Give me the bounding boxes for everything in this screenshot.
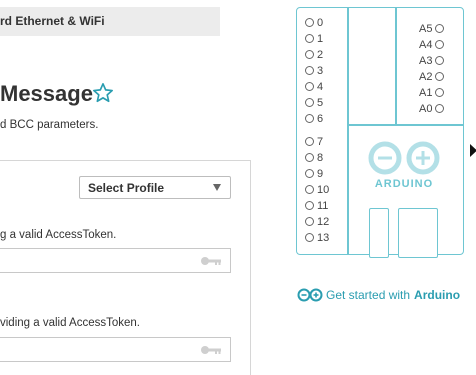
pin-label: 13 <box>305 232 329 244</box>
pin-circle-icon <box>305 18 314 27</box>
board-divider <box>395 7 397 125</box>
pin-name: 8 <box>317 152 324 164</box>
pin-name: 5 <box>317 97 324 109</box>
arduino-infinity-icon <box>368 141 440 175</box>
pin-name: 13 <box>317 232 330 244</box>
pin-label: A5 <box>419 23 445 35</box>
board-divider <box>347 7 349 255</box>
pin-circle-icon <box>305 201 314 210</box>
pin-label: 9 <box>305 168 323 180</box>
arduino-logo-text: ARDUINO <box>374 178 434 190</box>
get-started-brand: Arduino <box>414 288 461 302</box>
pin-circle-icon <box>305 98 314 107</box>
profile-select-label: Select Profile <box>88 181 165 195</box>
chevron-down-icon <box>213 184 221 191</box>
pin-name: 10 <box>317 184 330 196</box>
arduino-infinity-icon <box>297 288 323 302</box>
key-icon <box>201 346 221 354</box>
pin-label: 4 <box>305 81 323 93</box>
pin-circle-icon <box>305 114 314 123</box>
pin-label: 5 <box>305 97 323 109</box>
pin-label: A4 <box>419 39 445 51</box>
pin-name: 0 <box>317 17 324 29</box>
pin-circle-icon <box>435 72 445 81</box>
pin-name: A0 <box>419 103 433 115</box>
get-started-link[interactable]: Get started with Arduino <box>297 288 460 302</box>
pin-circle-icon <box>305 50 314 59</box>
get-started-label: Get started with <box>326 288 411 302</box>
pin-name: A2 <box>419 71 433 83</box>
access-token-field-2[interactable] <box>0 337 231 362</box>
page-title: Message <box>0 81 93 106</box>
pin-circle-icon <box>435 104 445 113</box>
pin-name: 4 <box>317 81 324 93</box>
pin-label: 3 <box>305 65 323 77</box>
pin-circle-icon <box>435 56 445 65</box>
star-icon[interactable] <box>92 82 114 104</box>
profile-select[interactable]: Select Profile <box>79 176 231 199</box>
pin-name: 11 <box>317 200 329 212</box>
pin-label: 6 <box>305 113 323 125</box>
pin-name: 12 <box>317 216 330 228</box>
pin-label: 1 <box>305 33 323 45</box>
pin-circle-icon <box>435 88 445 97</box>
board-component <box>369 208 389 258</box>
pin-circle-icon <box>305 169 314 178</box>
pin-circle-icon <box>305 34 314 43</box>
pin-name: A5 <box>419 23 433 35</box>
access-token-field-1[interactable] <box>0 248 231 273</box>
pin-name: 1 <box>317 33 324 45</box>
pin-circle-icon <box>435 40 445 49</box>
pin-name: 9 <box>317 168 324 180</box>
page-subtitle: d BCC parameters. <box>0 119 99 131</box>
pin-label: 10 <box>305 184 329 196</box>
access-token-help-2: viding a valid AccessToken. <box>0 317 140 329</box>
pin-name: 2 <box>317 49 324 61</box>
pin-name: A4 <box>419 39 433 51</box>
pin-circle-icon <box>305 82 314 91</box>
pin-name: 6 <box>317 113 324 125</box>
pin-label: 12 <box>305 216 329 228</box>
pin-circle-icon <box>305 217 314 226</box>
mouse-cursor-icon <box>470 144 476 157</box>
pin-label: 0 <box>305 17 323 29</box>
pin-circle-icon <box>305 153 314 162</box>
pin-label: A2 <box>419 71 445 83</box>
pin-label: 8 <box>305 152 323 164</box>
pin-circle-icon <box>305 66 314 75</box>
pin-label: 7 <box>305 136 323 148</box>
key-icon <box>201 257 221 265</box>
pin-circle-icon <box>435 24 445 33</box>
pin-name: 7 <box>317 136 324 148</box>
pin-label: A1 <box>419 87 445 99</box>
pin-name: A1 <box>419 87 433 99</box>
board-divider <box>347 124 464 126</box>
pin-name: 3 <box>317 65 324 77</box>
pin-label: A0 <box>419 103 445 115</box>
pin-label: A3 <box>419 55 445 67</box>
pin-label: 11 <box>305 200 328 212</box>
breadcrumb[interactable]: rd Ethernet & WiFi <box>0 14 105 28</box>
pin-circle-icon <box>305 233 314 242</box>
pin-circle-icon <box>305 137 314 146</box>
pin-circle-icon <box>305 185 314 194</box>
pin-label: 2 <box>305 49 323 61</box>
pin-name: A3 <box>419 55 433 67</box>
board-component <box>398 208 438 258</box>
access-token-help-1: g a valid AccessToken. <box>0 229 117 241</box>
